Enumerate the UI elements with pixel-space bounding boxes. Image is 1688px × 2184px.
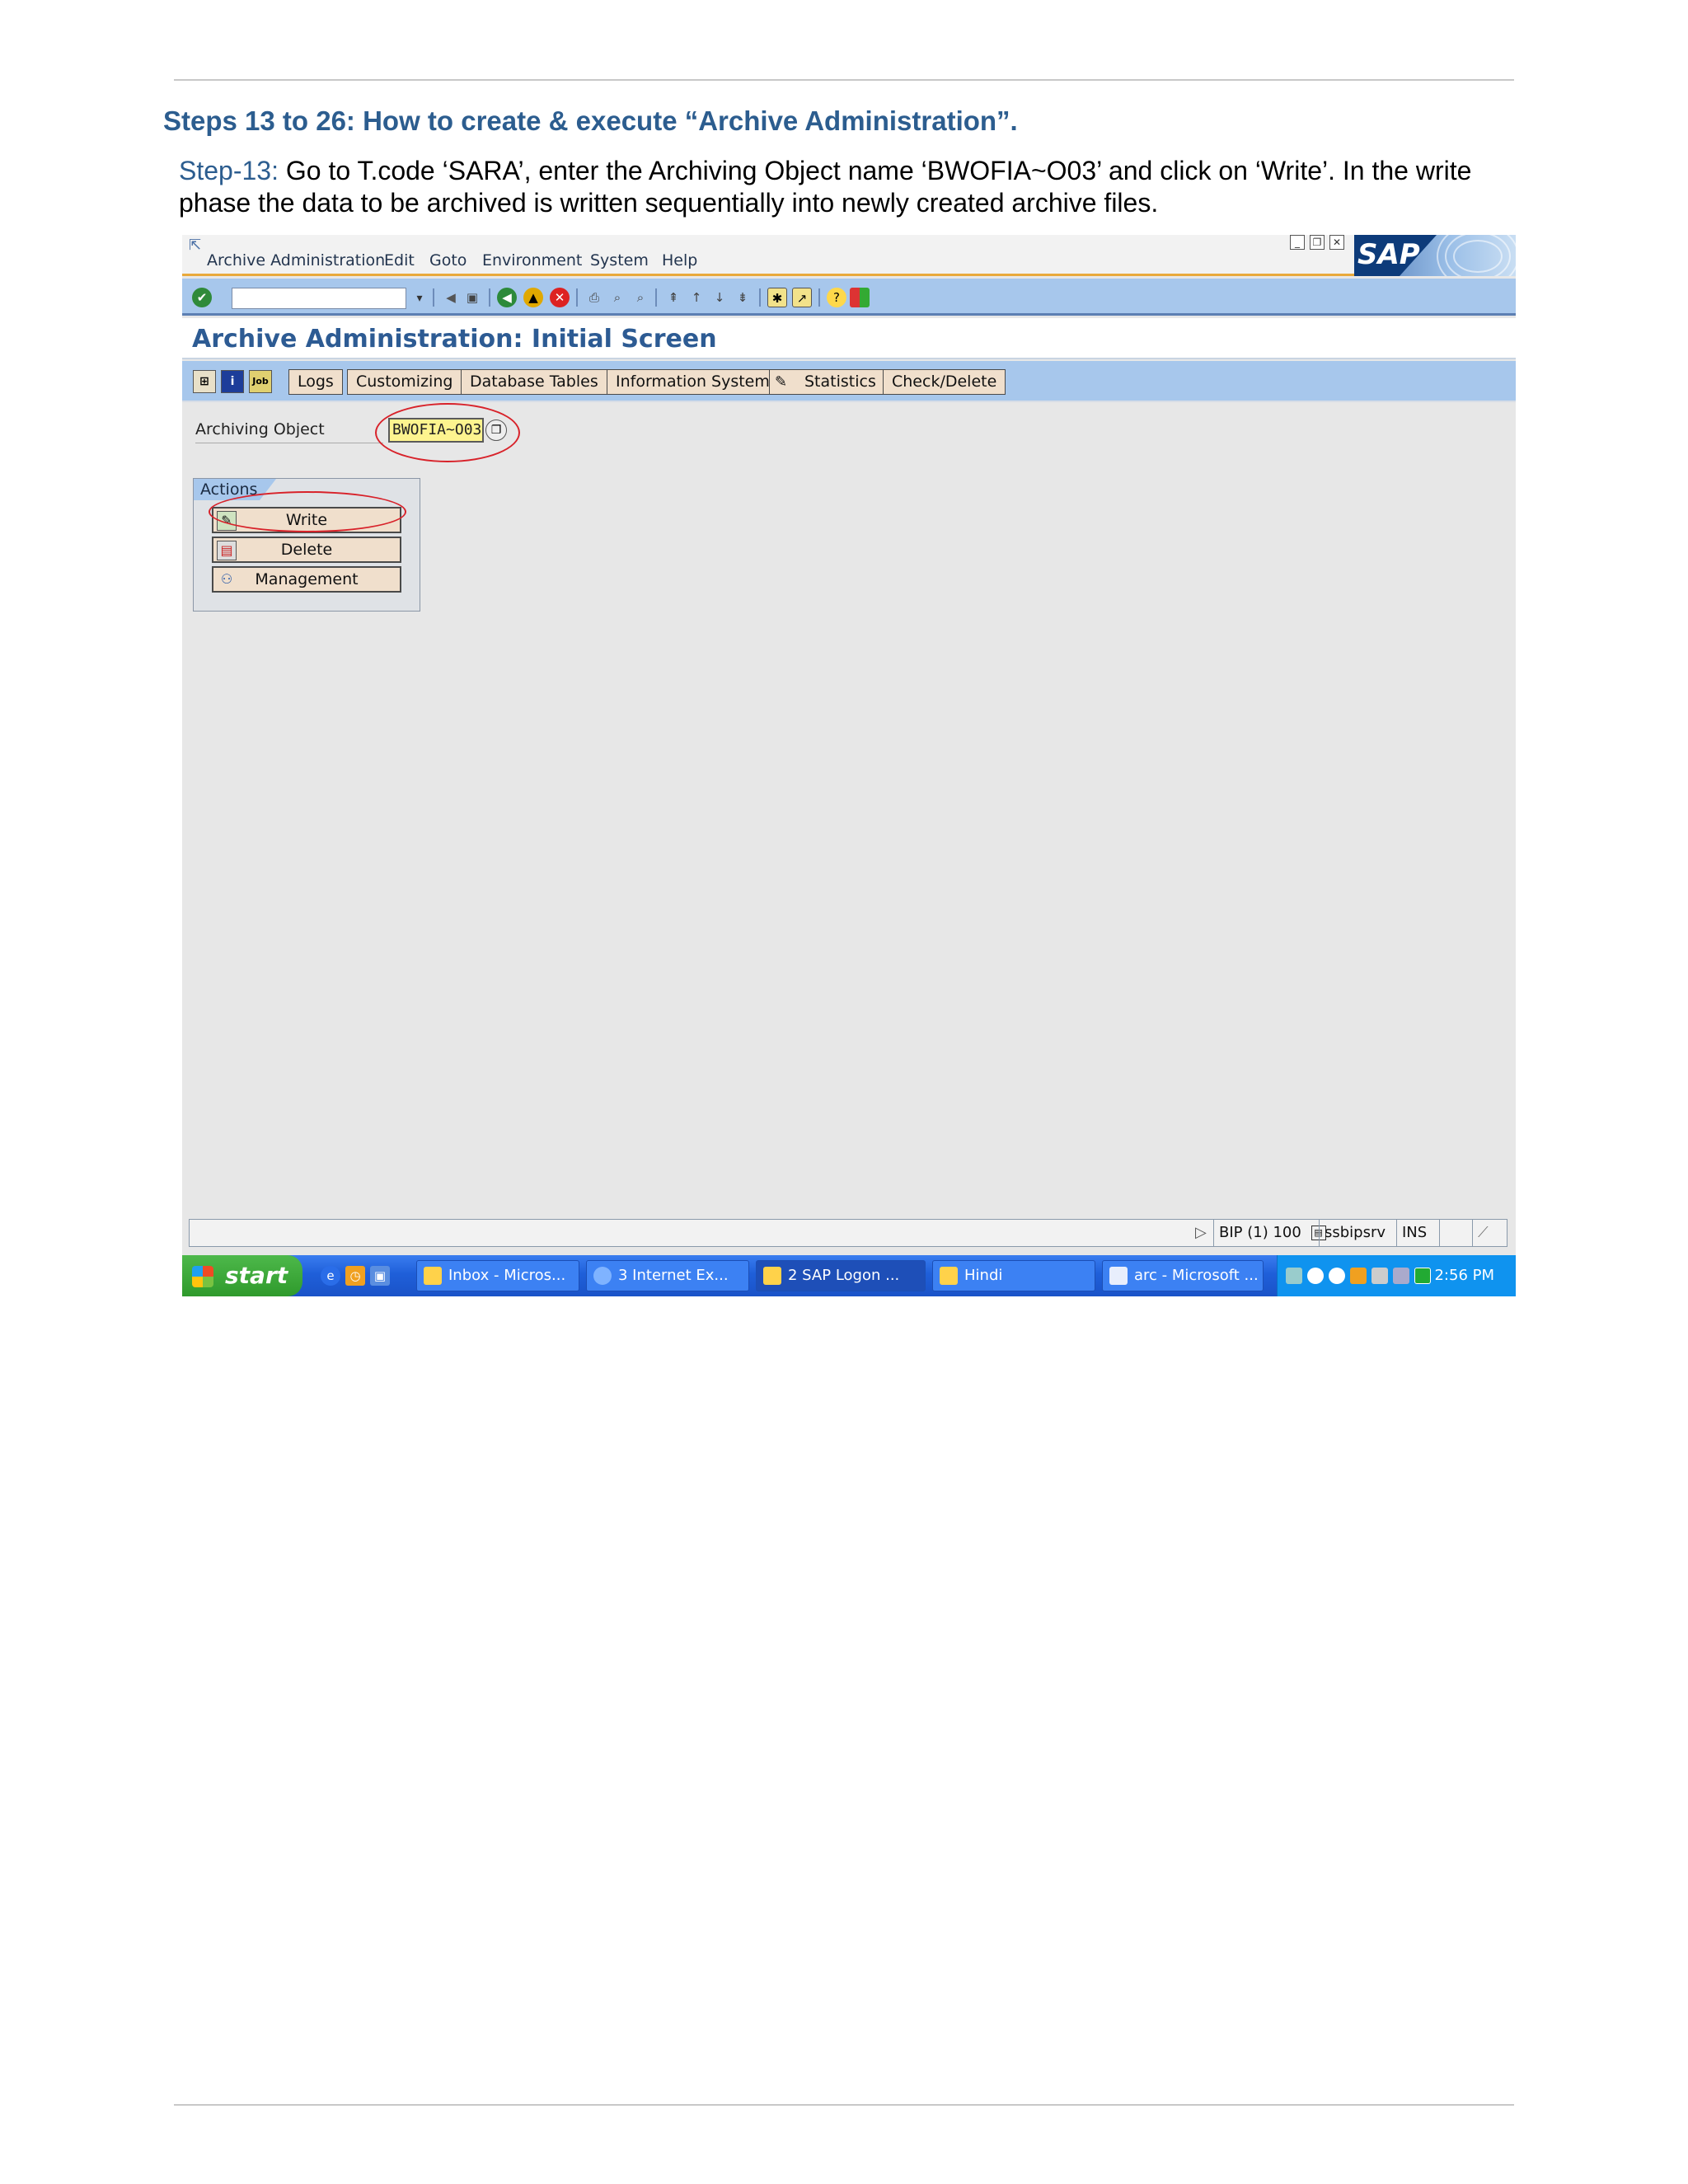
tray-network-icon[interactable] [1372,1268,1388,1284]
delete-button[interactable]: ▤ Delete [212,537,401,563]
windows-logo-icon [192,1266,213,1287]
menu-help[interactable]: Help [662,251,697,269]
information-system-button[interactable]: Information System [607,369,779,395]
task-inbox[interactable]: Inbox - Micros... [416,1260,579,1291]
close-icon[interactable]: ✕ [1329,235,1344,250]
status-system-info: BIP (1) 100 ▤ [1213,1220,1326,1246]
help-icon[interactable]: ? [827,288,846,307]
task-hindi[interactable]: Hindi [932,1260,1095,1291]
start-button[interactable]: start [182,1255,302,1296]
menu-goto[interactable]: Goto [429,251,467,269]
resize-grip-icon[interactable]: ⟋ [1472,1220,1507,1246]
step-text: Go to T.code ‘SARA’, enter the Archiving… [179,156,1472,218]
word-task-icon [1109,1267,1128,1285]
delete-label: Delete [280,541,333,559]
restore-icon[interactable]: ❐ [1310,235,1325,250]
tray-monitor-icon[interactable] [1414,1268,1431,1284]
system-menu-icon[interactable]: ⇱ [189,237,201,254]
status-expand-icon[interactable]: ▷ [1192,1220,1212,1246]
find-icon[interactable]: ⌕ [607,288,627,307]
enter-icon[interactable]: ✔ [192,288,212,307]
database-tables-button[interactable]: Database Tables [461,369,607,395]
status-server: ssbipsrv [1319,1220,1395,1246]
sap-logo-text: SAP [1357,238,1420,271]
tray-nav-icon[interactable] [1307,1268,1324,1284]
system-tray: 2:56 PM [1277,1255,1516,1296]
print-icon[interactable]: ⎙ [584,288,604,307]
management-icon: ⚇ [220,571,233,587]
tray-volume-icon[interactable] [1393,1268,1409,1284]
screen-title: Archive Administration: Initial Screen [192,325,717,354]
sap-logo: SAP [1354,235,1516,276]
bottom-rule [174,2104,1514,2106]
windows-taskbar: start e ◷ ▣ Inbox - Micros... 3 Internet… [182,1255,1516,1296]
status-mode: INS [1396,1220,1437,1246]
menu-archive-administration[interactable]: Archive Administration [207,251,385,269]
management-button[interactable]: ⚇ Management [212,566,401,593]
highlight-circle [375,403,520,462]
shortcut-icon[interactable]: ↗ [792,288,812,307]
info-icon[interactable]: i [221,370,244,393]
internet-explorer-icon[interactable]: e [321,1266,340,1286]
sap-screenshot: ⇱ Archive Administration Edit Goto Envir… [182,235,1516,1296]
find-next-icon[interactable]: ⌕ [631,288,650,307]
tray-search-icon[interactable] [1329,1268,1345,1284]
archiving-object-label: Archiving Object [195,420,383,443]
back-arrow-icon[interactable]: ◀ [441,288,461,307]
delete-icon: ▤ [217,541,237,560]
tray-tool-icon[interactable] [1286,1268,1302,1284]
outlook-icon[interactable]: ◷ [345,1266,365,1286]
start-label: start [225,1262,288,1289]
window-controls: _ ❐ ✕ [1290,235,1344,250]
task-word-document[interactable]: arc - Microsoft ... [1102,1260,1264,1291]
folder-icon [940,1267,958,1285]
step-paragraph: Step-13: Go to T.code ‘SARA’, enter the … [179,155,1531,219]
first-page-icon[interactable]: ⇞ [663,288,683,307]
task-internet-explorer[interactable]: 3 Internet Ex... [586,1260,749,1291]
logs-button[interactable]: Logs [288,369,343,395]
statistics-icon: ✎ [775,373,788,391]
command-field[interactable] [232,288,406,309]
tray-outlook-icon[interactable] [1350,1268,1367,1284]
section-heading: Steps 13 to 26: How to create & execute … [163,105,1018,136]
structure-icon[interactable]: ⊞ [193,370,216,393]
title-bar: Archive Administration: Initial Screen [182,318,1516,359]
new-session-icon[interactable]: ✱ [767,288,787,307]
clock: 2:56 PM [1434,1267,1494,1284]
show-desktop-icon[interactable]: ▣ [370,1266,390,1286]
back-icon[interactable]: ◀ [497,288,517,307]
previous-page-icon[interactable]: ↑ [687,288,706,307]
customizing-button[interactable]: Customizing [347,369,462,395]
job-icon[interactable]: Job [249,370,272,393]
statistics-label: Statistics [804,373,876,391]
cancel-icon[interactable]: ✕ [550,288,570,307]
menu-system[interactable]: System [590,251,649,269]
menu-edit[interactable]: Edit [384,251,415,269]
management-label: Management [255,570,359,588]
minimize-icon[interactable]: _ [1290,235,1305,250]
sap-task-icon [763,1267,781,1285]
standard-toolbar: ✔ ▾ ◀ ▣ ◀ ▲ ✕ ⎙ ⌕ ⌕ ⇞ ↑ ↓ ⇟ ✱ ↗ ? [182,279,1516,316]
ie-task-icon [593,1267,612,1285]
step-label: Step-13: [179,156,279,185]
last-page-icon[interactable]: ⇟ [733,288,753,307]
highlight-circle [209,491,406,532]
save-icon[interactable]: ▣ [462,288,482,307]
menu-bar: ⇱ Archive Administration Edit Goto Envir… [182,235,1516,276]
menu-environment[interactable]: Environment [482,251,582,269]
outlook-task-icon [424,1267,442,1285]
status-bar: ▷ BIP (1) 100 ▤ ssbipsrv INS ⟋ [189,1219,1507,1247]
layout-menu-icon[interactable] [850,288,870,307]
command-history-icon[interactable]: ▾ [411,288,428,309]
exit-icon[interactable]: ▲ [523,288,543,307]
top-rule [174,79,1514,81]
statistics-button[interactable]: ✎ Statistics [769,369,885,395]
application-toolbar: ⊞ i Job Logs Customizing Database Tables… [182,361,1516,402]
task-sap-logon[interactable]: 2 SAP Logon ... [756,1260,926,1291]
check-delete-button[interactable]: Check/Delete [883,369,1006,395]
next-page-icon[interactable]: ↓ [710,288,729,307]
